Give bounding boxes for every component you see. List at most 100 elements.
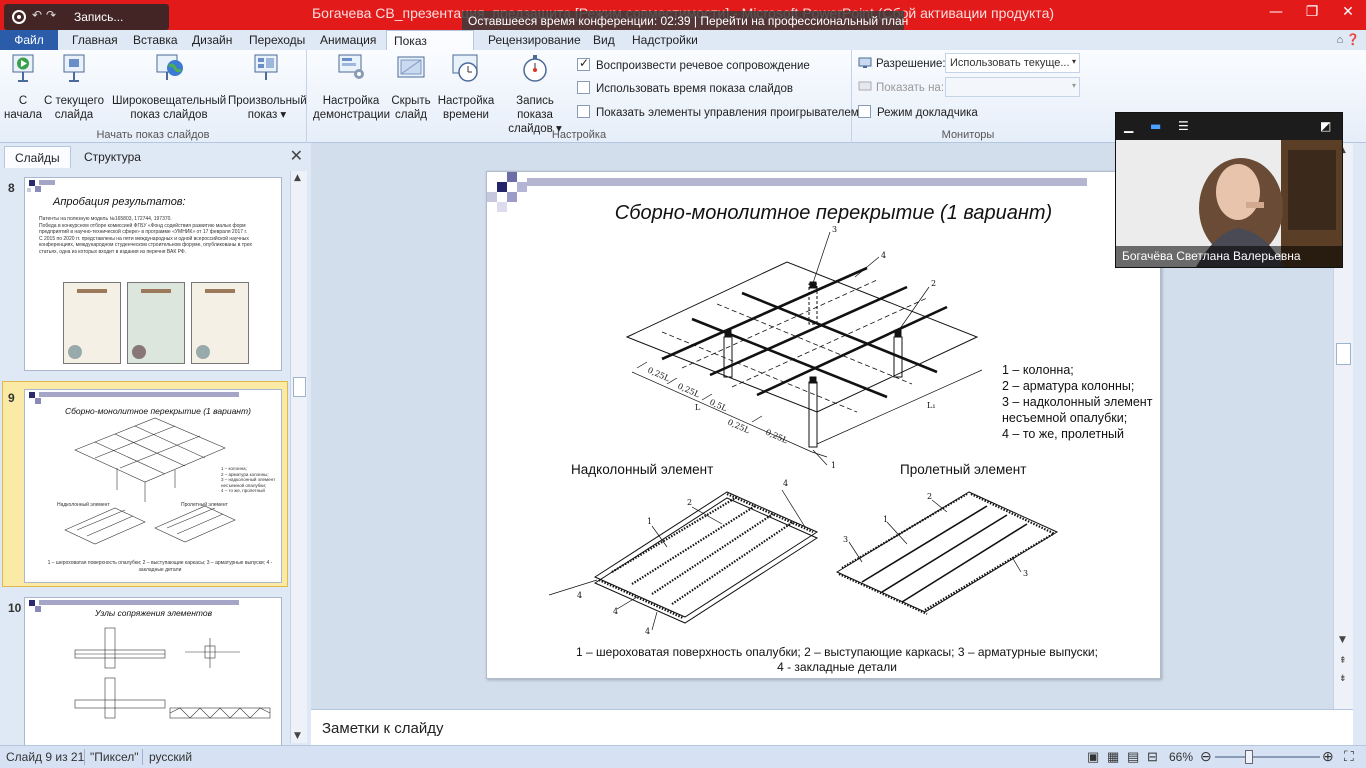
group-monitors-label: Мониторы bbox=[941, 129, 995, 141]
presenter-view-checkbox[interactable]: Режим докладчика bbox=[858, 105, 978, 119]
help-icon[interactable]: ⌂ ❓ bbox=[1337, 33, 1360, 46]
from-start-button[interactable]: С начала bbox=[4, 52, 42, 122]
checkbox-icon[interactable] bbox=[577, 81, 590, 94]
thumb-drawing bbox=[29, 600, 271, 719]
thumb-bullet: Победа в конкурсном отборе комиссией ФГБ… bbox=[39, 222, 248, 236]
thumbnail-slide-9[interactable]: Сборно-монолитное перекрытие (1 вариант)… bbox=[24, 389, 282, 583]
scroll-thumb[interactable] bbox=[1336, 343, 1351, 365]
maximize-icon[interactable]: ❐ bbox=[1294, 0, 1330, 24]
subtitle-support-element[interactable]: Надколонный элемент bbox=[571, 462, 713, 477]
zoom-slider-handle[interactable] bbox=[1245, 750, 1253, 764]
resolution-row: Разрешение: bbox=[858, 57, 946, 70]
projector-play-icon bbox=[12, 54, 34, 82]
tab-view[interactable]: Вид bbox=[593, 30, 615, 50]
broadcast-line1: Широковещательный bbox=[112, 95, 227, 107]
callout-label: 1 bbox=[883, 515, 888, 524]
from-current-line2: слайда bbox=[54, 109, 94, 121]
broadcast-button[interactable]: Широковещательный показ слайдов bbox=[112, 52, 226, 122]
scroll-down-icon[interactable]: ▼ bbox=[294, 731, 301, 741]
scroll-thumb[interactable] bbox=[293, 377, 306, 397]
checkbox-icon[interactable] bbox=[577, 105, 590, 118]
show-on-select[interactable]: ▾ bbox=[945, 77, 1080, 97]
previous-slide-icon[interactable]: ⇞ bbox=[1339, 656, 1347, 666]
zoom-in-icon[interactable]: ⊕ bbox=[1322, 748, 1334, 765]
legend-line: несъемной опалубки; bbox=[1002, 411, 1128, 425]
speaker-view-icon[interactable]: ▬ bbox=[1150, 119, 1161, 133]
controls-checkbox[interactable]: Показать элементы управления проигрывате… bbox=[577, 105, 859, 119]
svg-text:0,25L: 0,25L bbox=[676, 382, 701, 400]
setup-show-icon bbox=[338, 54, 364, 79]
tab-home[interactable]: Главная bbox=[72, 30, 118, 50]
slide-caption[interactable]: 1 – шероховатая поверхность опалубки; 2 … bbox=[537, 645, 1137, 675]
next-slide-icon[interactable]: ⇟ bbox=[1339, 674, 1347, 684]
thumbnail-slide-8[interactable]: Апробация результатов: Патенты на полезн… bbox=[24, 177, 282, 371]
scroll-down-icon[interactable]: ▼ bbox=[1339, 635, 1346, 645]
slide-title[interactable]: Сборно-монолитное перекрытие (1 вариант) bbox=[487, 202, 1160, 225]
close-icon[interactable]: ✕ bbox=[1330, 0, 1366, 24]
from-current-line1: С текущего bbox=[44, 95, 105, 107]
close-icon[interactable]: ✕ bbox=[290, 146, 303, 166]
thumbnail-slide-10[interactable]: Узлы сопряжения элементов bbox=[24, 597, 282, 745]
tab-addins[interactable]: Надстройки bbox=[632, 30, 698, 50]
tab-file[interactable]: Файл bbox=[0, 30, 58, 50]
slide-legend[interactable]: 1 – колонна; 2 – арматура колонны; 3 – н… bbox=[1002, 362, 1152, 442]
record-show-line1: Запись показа bbox=[516, 95, 554, 121]
current-slide[interactable]: 3 4 2 1 0,25L 0,25L 0,5L 0,25L 0,25L L L… bbox=[486, 171, 1161, 679]
zoom-slider[interactable] bbox=[1215, 756, 1320, 758]
pixel-theme-decoration-icon bbox=[27, 180, 55, 192]
narration-label: Воспроизвести речевое сопровождение bbox=[596, 60, 810, 72]
tab-review[interactable]: Рецензирование bbox=[488, 30, 581, 50]
video-conference-window[interactable]: ▁ ▬ ☰ ◩ Богачёва Светлана Валерьевна bbox=[1115, 112, 1343, 268]
chevron-down-icon: ▾ bbox=[1071, 81, 1076, 90]
group-start-label: Начать показ слайдов bbox=[96, 129, 210, 141]
resolution-select[interactable]: Использовать текуще... ▾ bbox=[945, 53, 1080, 73]
callout-label: 4 bbox=[783, 479, 788, 488]
conference-time-banner[interactable]: Оставшееся время конференции: 02:39 | Пе… bbox=[462, 11, 908, 31]
notes-pane[interactable]: Заметки к слайду bbox=[311, 709, 1353, 745]
custom-show-line1: Произвольный bbox=[228, 95, 307, 107]
tab-slides[interactable]: Слайды bbox=[4, 146, 71, 168]
subtitle-span-element[interactable]: Пролетный элемент bbox=[900, 462, 1026, 477]
tab-design[interactable]: Дизайн bbox=[192, 30, 232, 50]
monitor-icon bbox=[858, 81, 872, 91]
slide-sorter-icon[interactable]: ▦ bbox=[1107, 749, 1119, 765]
record-show-button[interactable]: Запись показа слайдов ▾ bbox=[497, 52, 573, 136]
minimize-icon[interactable]: — bbox=[1258, 0, 1294, 24]
fit-to-window-icon[interactable]: ⛶ bbox=[1344, 748, 1354, 765]
tab-animation[interactable]: Анимация bbox=[320, 30, 376, 50]
gallery-view-icon[interactable]: ☰ bbox=[1178, 119, 1189, 133]
minimize-video-icon[interactable]: ▁ bbox=[1124, 119, 1133, 133]
recording-indicator[interactable]: ↶↷ Запись... bbox=[4, 4, 169, 30]
reading-view-icon[interactable]: ▤ bbox=[1127, 749, 1139, 765]
narration-checkbox[interactable]: Воспроизвести речевое сопровождение bbox=[577, 56, 810, 72]
setup-show-button[interactable]: Настройка демонстрации bbox=[313, 52, 390, 122]
slideshow-view-icon[interactable]: ⊟ bbox=[1147, 749, 1158, 765]
rehearse-timings-button[interactable]: Настройка времени bbox=[437, 52, 495, 122]
timings-checkbox[interactable]: Использовать время показа слайдов bbox=[577, 81, 793, 95]
zoom-out-icon[interactable]: ⊖ bbox=[1200, 748, 1212, 765]
tab-outline[interactable]: Структура bbox=[74, 146, 151, 168]
video-toolbar: ▁ ▬ ☰ ◩ bbox=[1116, 113, 1342, 140]
normal-view-icon[interactable]: ▣ bbox=[1087, 749, 1099, 765]
tab-transitions[interactable]: Переходы bbox=[249, 30, 305, 50]
custom-show-button[interactable]: Произвольный показ ▾ bbox=[228, 52, 307, 122]
theme-name[interactable]: "Пиксел" bbox=[90, 750, 139, 764]
exit-fullscreen-icon[interactable]: ◩ bbox=[1320, 119, 1331, 133]
rehearse-line1: Настройка bbox=[437, 95, 495, 107]
from-current-button[interactable]: С текущего слайда bbox=[44, 52, 104, 122]
rehearse-clock-icon bbox=[452, 54, 478, 82]
caption-line: 4 - закладные детали bbox=[777, 660, 897, 674]
certificate-image bbox=[63, 282, 121, 364]
hide-slide-button[interactable]: Скрыть слайд bbox=[389, 52, 433, 122]
tab-insert[interactable]: Вставка bbox=[133, 30, 178, 50]
thumbnails-scrollbar[interactable]: ▲ ▼ bbox=[290, 171, 307, 743]
checkbox-icon[interactable] bbox=[858, 105, 871, 118]
tab-slideshow[interactable]: Показ слайдов bbox=[386, 30, 474, 62]
notes-placeholder[interactable]: Заметки к слайду bbox=[322, 720, 444, 737]
checkbox-checked-icon[interactable] bbox=[577, 56, 590, 71]
scroll-up-icon[interactable]: ▲ bbox=[294, 173, 301, 183]
group-monitors: Разрешение: Использовать текуще... ▾ Пок… bbox=[852, 50, 1084, 143]
zoom-level[interactable]: 66% bbox=[1169, 750, 1193, 764]
language[interactable]: русский bbox=[149, 750, 192, 764]
participant-video: Богачёва Светлана Валерьевна bbox=[1116, 140, 1342, 267]
